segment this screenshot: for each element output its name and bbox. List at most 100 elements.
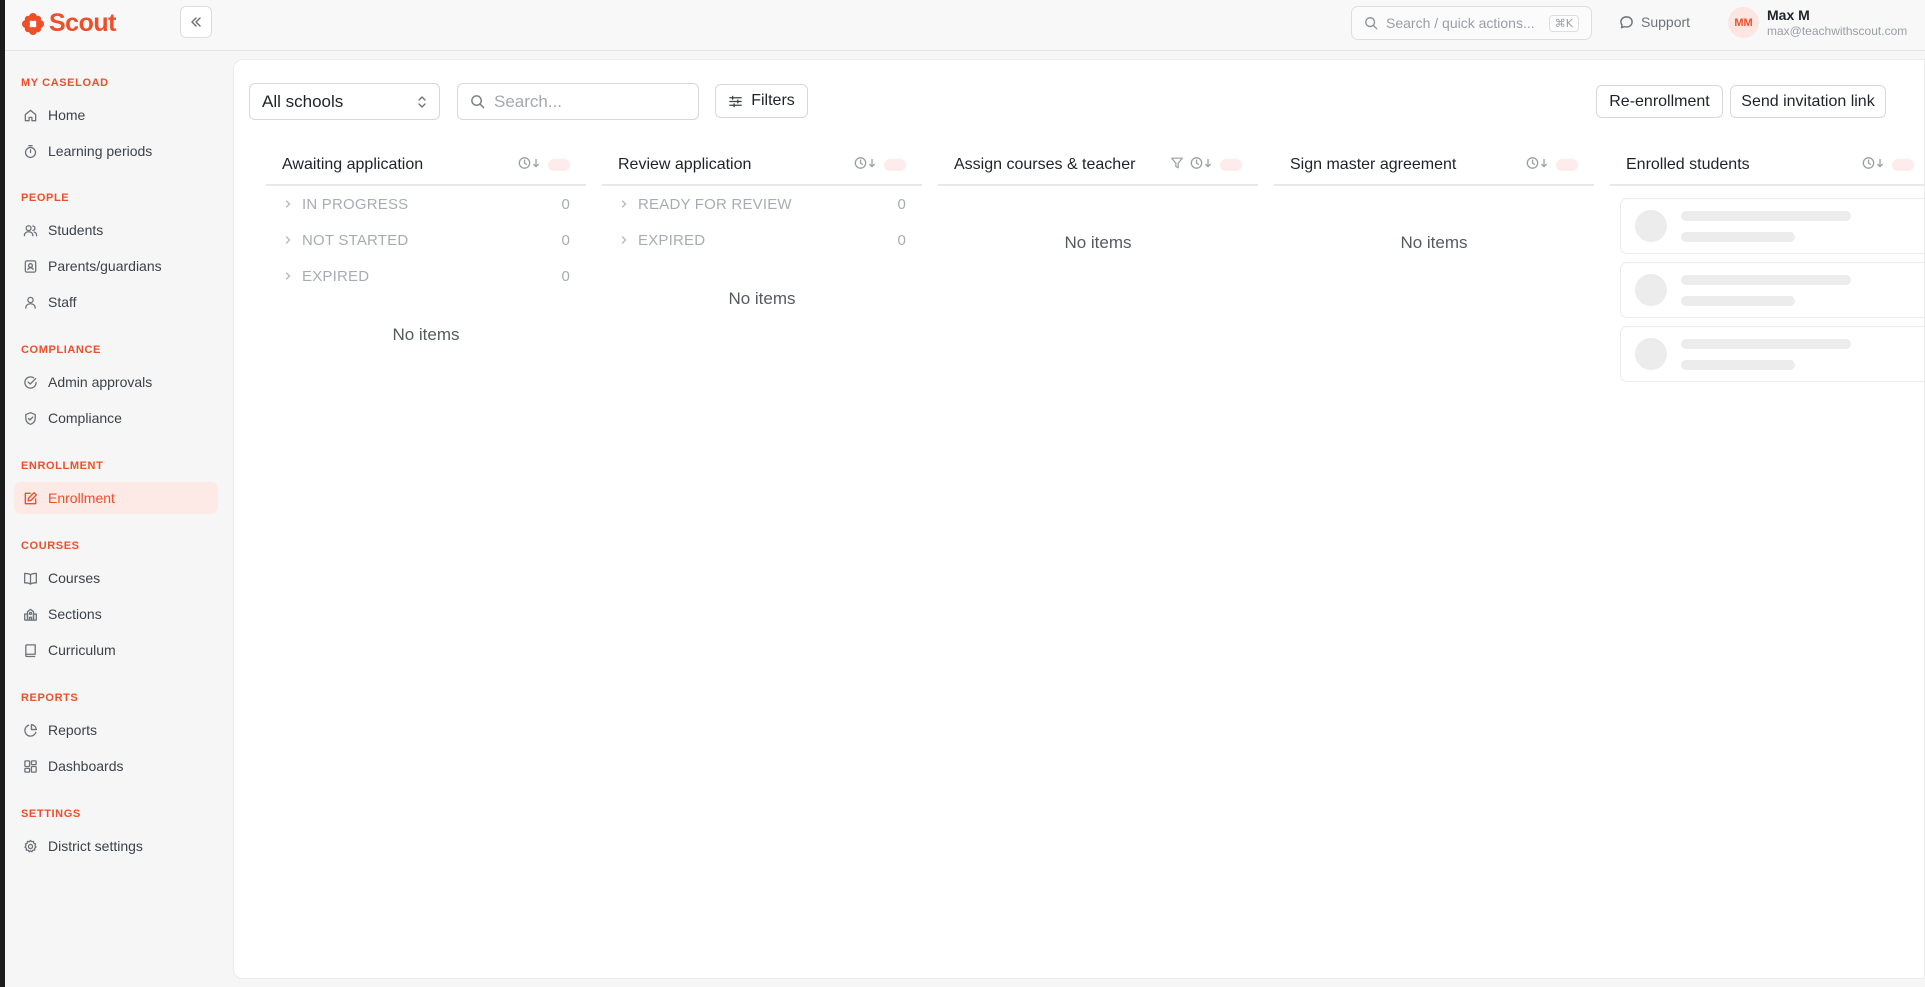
open-book-icon (24, 572, 37, 585)
users-icon (23, 224, 38, 236)
sidebar-item-curriculum[interactable]: Curriculum (14, 634, 218, 666)
sidebar-item-students[interactable]: Students (14, 214, 218, 246)
sidebar-item-enrollment[interactable]: Enrollment (14, 482, 218, 514)
gear-icon (24, 839, 37, 852)
kanban-column-awaiting-application: Awaiting application IN PROGRESS 0 NOT S… (266, 146, 586, 345)
sidebar-item-label: Compliance (48, 410, 122, 426)
chat-bubble-icon (1620, 15, 1633, 28)
status-group-row[interactable]: EXPIRED 0 (602, 222, 922, 258)
section-header-my-caseload: MY CASELOAD (21, 77, 109, 89)
count-badge (884, 159, 906, 171)
sort-by-time-button[interactable] (1190, 156, 1214, 175)
scout-logo[interactable]: Scout (21, 9, 116, 38)
sidebar-item-label: Curriculum (48, 642, 116, 658)
search-shortcut-badge: ⌘K (1548, 14, 1579, 32)
sidebar-item-admin-approvals[interactable]: Admin approvals (14, 366, 218, 398)
global-search-placeholder: Search / quick actions... (1386, 15, 1535, 31)
skeleton-line (1681, 231, 1795, 242)
count-badge (1892, 159, 1914, 171)
sidebar: MY CASELOAD Home Learning periods PEOPLE… (5, 51, 225, 987)
collapse-sidebar-button[interactable] (180, 6, 212, 38)
column-tools (1862, 156, 1914, 175)
sidebar-item-dashboards[interactable]: Dashboards (14, 750, 218, 782)
sidebar-item-parents-guardians[interactable]: Parents/guardians (14, 250, 218, 282)
skeleton-lines (1681, 210, 1851, 242)
sidebar-item-reports[interactable]: Reports (14, 714, 218, 746)
sidebar-item-courses[interactable]: Courses (14, 562, 218, 594)
sidebar-item-label: Courses (48, 570, 101, 586)
sidebar-item-label: Home (48, 107, 86, 123)
column-title: Awaiting application (282, 156, 424, 173)
loading-skeleton-list (1610, 198, 1924, 382)
user-name[interactable]: Max M (1767, 7, 1810, 23)
school-select-value: All schools (262, 91, 344, 111)
kanban-column-review-application: Review application READY FOR REVIEW 0 EX… (602, 146, 922, 309)
school-select[interactable]: All schools (249, 83, 440, 120)
sort-by-time-button[interactable] (854, 156, 878, 175)
support-button[interactable]: Support (1619, 14, 1690, 30)
user-avatar[interactable]: MM (1728, 7, 1759, 38)
top-bar: Scout Search / quick actions... ⌘K Suppo… (5, 0, 1925, 51)
status-group-row[interactable]: NOT STARTED 0 (266, 222, 586, 258)
enrollment-search-field[interactable] (457, 83, 699, 120)
clock-sort-icon (1862, 156, 1883, 169)
loading-skeleton-card (1620, 262, 1924, 318)
section-header-people: PEOPLE (21, 192, 70, 204)
sidebar-item-home[interactable]: Home (14, 99, 218, 131)
user-email: max@teachwithscout.com (1767, 24, 1908, 38)
sidebar-item-sections[interactable]: Sections (14, 598, 218, 630)
sort-by-time-button[interactable] (1526, 156, 1550, 175)
sidebar-item-district-settings[interactable]: District settings (14, 830, 218, 862)
status-group-count: 0 (561, 231, 570, 249)
section-header-reports: REPORTS (21, 692, 79, 704)
count-badge (548, 159, 570, 171)
count-badge (1556, 159, 1578, 171)
clock-sort-icon (854, 156, 875, 169)
status-group-count: 0 (897, 195, 906, 213)
skeleton-avatar (1635, 338, 1667, 370)
filter-icon (1171, 157, 1183, 168)
sort-by-time-button[interactable] (1862, 156, 1886, 175)
enrollment-search-input[interactable] (494, 91, 686, 112)
sidebar-item-label: Students (48, 222, 104, 238)
column-filter-button[interactable] (1170, 156, 1184, 175)
skeleton-line (1681, 359, 1795, 370)
chevron-right-icon (285, 236, 291, 244)
filters-button[interactable]: Filters (715, 84, 808, 118)
send-invitation-link-button[interactable]: Send invitation link (1730, 85, 1886, 118)
section-header-enrollment: ENROLLMENT (21, 460, 104, 472)
sidebar-item-staff[interactable]: Staff (14, 286, 218, 318)
contact-card-icon (24, 259, 37, 273)
status-group-row[interactable]: EXPIRED 0 (266, 258, 586, 294)
app-name: Scout (49, 9, 116, 37)
sidebar-item-compliance[interactable]: Compliance (14, 402, 218, 434)
chevron-right-icon (621, 236, 627, 244)
column-header: Assign courses & teacher (938, 146, 1258, 186)
clock-sort-icon (1526, 156, 1547, 169)
column-tools (518, 156, 570, 175)
skeleton-avatar (1635, 210, 1667, 242)
chevrons-left-icon (191, 17, 201, 27)
loading-skeleton-card (1620, 326, 1924, 382)
status-group-row[interactable]: READY FOR REVIEW 0 (602, 186, 922, 222)
clock-sort-icon (518, 156, 539, 169)
book-icon (25, 643, 36, 657)
status-group-label: EXPIRED (302, 267, 370, 285)
sidebar-item-learning-periods[interactable]: Learning periods (14, 135, 218, 167)
chevron-up-down-icon (418, 95, 426, 108)
re-enrollment-button[interactable]: Re-enrollment (1596, 85, 1723, 118)
sort-by-time-button[interactable] (518, 156, 542, 175)
search-icon (471, 95, 485, 109)
school-building-icon (24, 608, 37, 621)
pie-chart-icon (24, 723, 37, 737)
skeleton-line (1681, 210, 1851, 221)
global-search-input[interactable]: Search / quick actions... ⌘K (1351, 6, 1592, 40)
skeleton-lines (1681, 338, 1851, 370)
home-icon (24, 109, 37, 121)
status-group-row[interactable]: IN PROGRESS 0 (266, 186, 586, 222)
skeleton-lines (1681, 274, 1851, 306)
loading-skeleton-card (1620, 198, 1924, 254)
skeleton-line (1681, 338, 1851, 349)
check-circle-icon (24, 375, 37, 389)
skeleton-avatar (1635, 274, 1667, 306)
